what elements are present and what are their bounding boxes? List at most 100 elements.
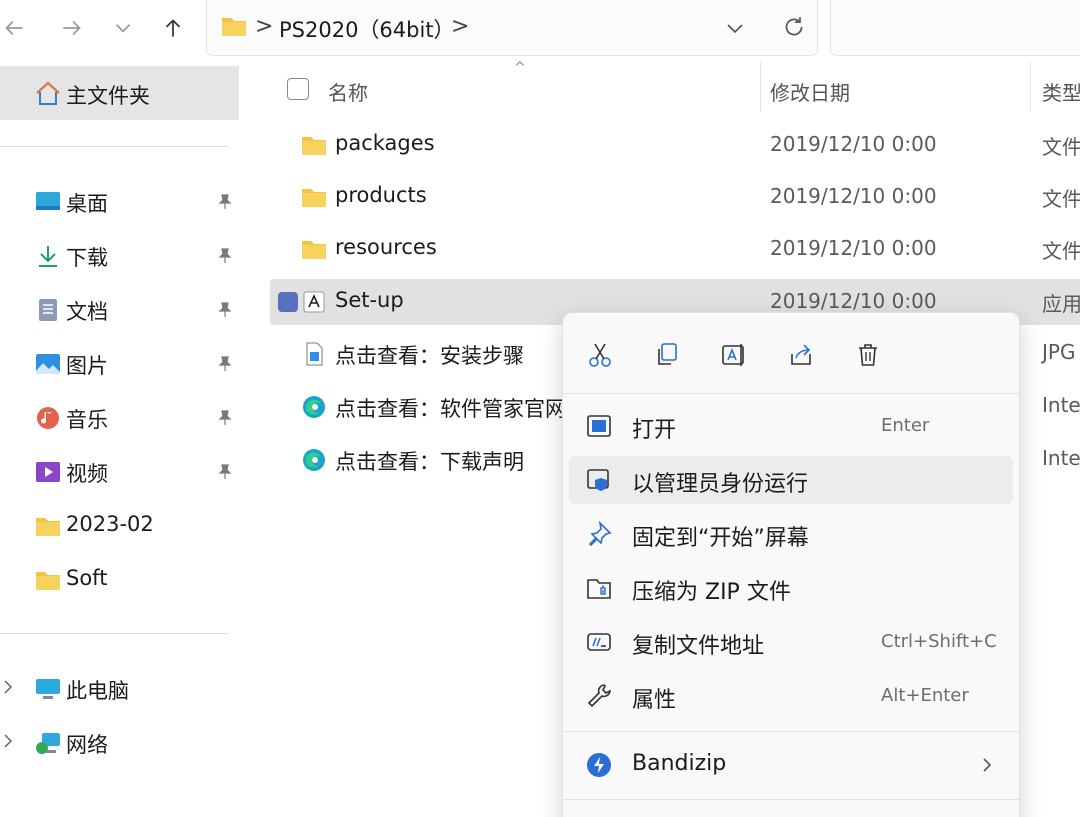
chevron-down-icon[interactable] xyxy=(723,16,747,40)
sidebar-item-documents[interactable]: 文档 xyxy=(0,287,240,333)
menu-item-label: Bandizip xyxy=(632,751,727,776)
file-name: resources xyxy=(335,235,437,259)
delete-button[interactable] xyxy=(848,335,888,375)
menu-item-label: 属性 xyxy=(632,688,677,713)
breadcrumb-separator: > xyxy=(255,14,274,39)
pin-icon[interactable] xyxy=(216,409,234,427)
file-type: 文件 xyxy=(1042,239,1080,263)
folder-icon xyxy=(36,572,60,590)
folder-icon xyxy=(222,18,246,36)
back-button[interactable] xyxy=(0,6,36,50)
context-menu: 打开 Enter 以管理员身份运行 固定到“开始”屏幕 压缩为 ZIP 文件 复… xyxy=(562,312,1020,817)
copy-button[interactable] xyxy=(647,335,687,375)
chevron-right-icon[interactable] xyxy=(2,732,14,750)
table-row[interactable]: resources 2019/12/10 0:00 文件 xyxy=(270,226,1080,272)
sidebar-item-this-pc[interactable]: 此电脑 xyxy=(0,666,240,712)
table-row[interactable]: products 2019/12/10 0:00 文件 xyxy=(270,174,1080,220)
cut-icon xyxy=(589,343,611,367)
share-button[interactable] xyxy=(781,335,821,375)
sidebar-item-label: 此电脑 xyxy=(66,679,129,703)
pin-icon[interactable] xyxy=(216,247,234,265)
sidebar-item-label: 2023-02 xyxy=(66,512,154,536)
run-as-admin-icon xyxy=(587,469,609,491)
sidebar-item-music[interactable]: 音乐 xyxy=(0,395,240,441)
sidebar-item-2023-02[interactable]: 2023-02 xyxy=(0,503,240,549)
select-all-checkbox[interactable] xyxy=(287,78,309,100)
sidebar-item-pictures[interactable]: 图片 xyxy=(0,341,240,387)
file-date: 2019/12/10 0:00 xyxy=(770,289,937,313)
folder-icon xyxy=(36,518,60,536)
pin-icon[interactable] xyxy=(216,355,234,373)
download-icon xyxy=(39,246,57,267)
recent-locations-button[interactable] xyxy=(101,6,145,50)
sidebar-item-label: 主文件夹 xyxy=(66,84,150,108)
chevron-right-icon[interactable] xyxy=(2,678,14,696)
sidebar-divider xyxy=(0,633,228,634)
menu-item-label: 以管理员身份运行 xyxy=(632,472,809,497)
address-bar[interactable]: > PS2020（64bit） > xyxy=(206,0,818,56)
arrow-right-icon xyxy=(63,20,81,36)
sidebar-item-label: 图片 xyxy=(66,354,108,378)
column-separator[interactable] xyxy=(760,62,761,112)
search-box[interactable] xyxy=(830,0,1080,56)
file-type: JPG xyxy=(1042,340,1076,364)
rename-button[interactable] xyxy=(714,335,754,375)
videos-icon xyxy=(36,462,60,482)
chevron-down-icon xyxy=(115,24,131,33)
sidebar-item-network[interactable]: 网络 xyxy=(0,720,240,766)
menu-item-label: 固定到“开始”屏幕 xyxy=(632,526,809,551)
menu-item-label: 打开 xyxy=(632,418,677,443)
sidebar-item-label: 文档 xyxy=(66,300,108,324)
menu-item-copy-path[interactable]: 复制文件地址 Ctrl+Shift+C xyxy=(569,618,1013,666)
menu-item-pin-to-start[interactable]: 固定到“开始”屏幕 xyxy=(569,510,1013,558)
sidebar-item-label: 网络 xyxy=(66,733,108,757)
table-row[interactable]: packages 2019/12/10 0:00 文件 xyxy=(270,122,1080,168)
file-name: 点击查看：下载声明 xyxy=(335,450,524,474)
sidebar-item-videos[interactable]: 视频 xyxy=(0,449,240,495)
forward-button[interactable] xyxy=(50,6,94,50)
menu-item-properties[interactable]: 属性 Alt+Enter xyxy=(569,672,1013,720)
copy-path-icon xyxy=(587,633,611,651)
menu-separator xyxy=(563,799,1019,800)
menu-item-compress-zip[interactable]: 压缩为 ZIP 文件 xyxy=(569,564,1013,612)
pin-icon[interactable] xyxy=(216,463,234,481)
column-header-type[interactable]: 类型 xyxy=(1042,77,1080,106)
row-checkbox[interactable] xyxy=(278,292,298,312)
chevron-right-icon xyxy=(983,758,992,772)
menu-item-shortcut: Enter xyxy=(881,415,930,436)
column-header-name[interactable]: 名称 xyxy=(328,77,368,106)
edge-icon xyxy=(303,449,325,471)
cut-button[interactable] xyxy=(580,335,620,375)
sidebar-item-desktop[interactable]: 桌面 xyxy=(0,179,240,225)
menu-item-bandizip[interactable]: Bandizip xyxy=(569,741,1013,789)
desktop-icon xyxy=(36,192,60,210)
sidebar-item-downloads[interactable]: 下载 xyxy=(0,233,240,279)
sidebar-item-home[interactable]: 主文件夹 xyxy=(0,66,239,120)
share-icon xyxy=(791,344,811,365)
up-button[interactable] xyxy=(151,6,195,50)
file-type: Inte xyxy=(1042,446,1080,470)
menu-item-label: 压缩为 ZIP 文件 xyxy=(632,580,791,605)
breadcrumb-separator[interactable]: > xyxy=(451,14,469,39)
pin-icon[interactable] xyxy=(216,301,234,319)
adobe-setup-icon xyxy=(303,291,325,313)
bandizip-icon xyxy=(587,753,611,777)
open-icon xyxy=(587,415,611,437)
refresh-icon[interactable] xyxy=(781,14,807,40)
zip-icon xyxy=(587,579,611,599)
documents-icon xyxy=(39,299,57,321)
home-icon xyxy=(36,81,60,105)
column-separator[interactable] xyxy=(1030,62,1031,112)
file-type: 文件 xyxy=(1042,135,1080,159)
file-name: 点击查看：安装步骤 xyxy=(335,344,524,368)
menu-separator xyxy=(563,731,1019,732)
menu-item-run-as-admin[interactable]: 以管理员身份运行 xyxy=(569,456,1013,504)
sidebar-item-soft[interactable]: Soft xyxy=(0,557,240,603)
breadcrumb-current[interactable]: PS2020（64bit） xyxy=(279,14,455,44)
menu-item-open[interactable]: 打开 Enter xyxy=(569,402,1013,450)
arrow-up-icon xyxy=(165,19,181,37)
column-header-date[interactable]: 修改日期 xyxy=(770,77,850,106)
menu-item-shortcut: Ctrl+Shift+C xyxy=(881,631,997,652)
pin-icon[interactable] xyxy=(216,193,234,211)
file-date: 2019/12/10 0:00 xyxy=(770,184,937,208)
